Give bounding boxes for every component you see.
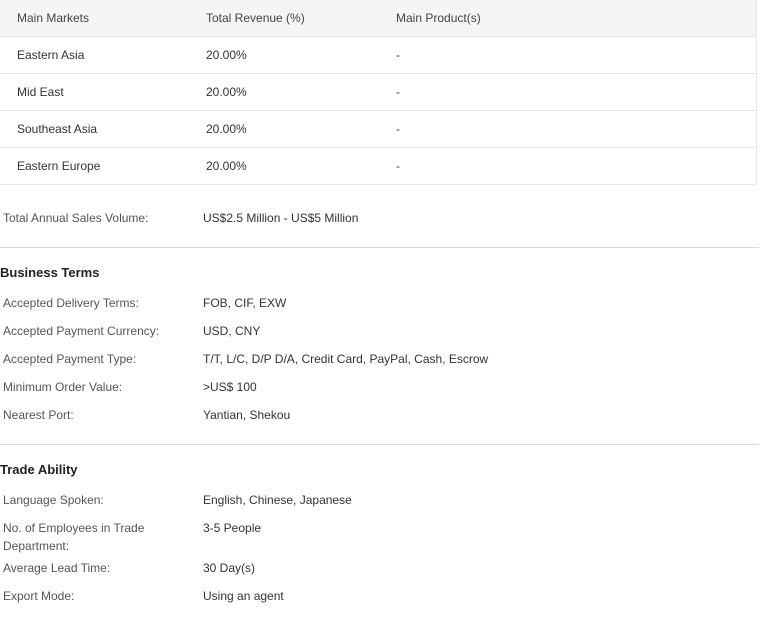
annual-sales-label: Total Annual Sales Volume: [3, 211, 149, 225]
product-cell: - [379, 36, 757, 74]
column-header-main-markets: Main Markets [0, 0, 189, 37]
table-row: Eastern Europe 20.00% - [0, 147, 757, 185]
nearest-port-value: Yantian, Shekou [203, 408, 291, 422]
market-cell: Southeast Asia [0, 110, 189, 148]
nearest-port-label: Nearest Port: [3, 408, 74, 422]
table-row: Mid East 20.00% - [0, 73, 757, 111]
payment-type-label: Accepted Payment Type: [3, 352, 137, 366]
revenue-cell: 20.00% [189, 147, 379, 185]
trade-employees-value: 3-5 People [203, 521, 262, 535]
revenue-cell: 20.00% [189, 110, 379, 148]
product-cell: - [379, 110, 757, 148]
trade-employees-label: No. of Employees in Trade Department: [3, 521, 145, 553]
trade-ability-heading: Trade Ability [0, 462, 78, 477]
table-row: Southeast Asia 20.00% - [0, 110, 757, 148]
revenue-cell: 20.00% [189, 73, 379, 111]
delivery-terms-value: FOB, CIF, EXW [203, 296, 287, 310]
payment-currency-value: USD, CNY [203, 324, 261, 338]
section-divider [0, 444, 759, 445]
market-cell: Eastern Europe [0, 147, 189, 185]
market-cell: Mid East [0, 73, 189, 111]
table-row: Eastern Asia 20.00% - [0, 36, 757, 74]
delivery-terms-label: Accepted Delivery Terms: [3, 296, 139, 310]
revenue-cell: 20.00% [189, 36, 379, 74]
annual-sales-value: US$2.5 Million - US$5 Million [203, 211, 359, 225]
business-terms-heading: Business Terms [0, 265, 100, 280]
minimum-order-label: Minimum Order Value: [3, 380, 123, 394]
section-divider [0, 247, 759, 248]
export-mode-value: Using an agent [203, 589, 284, 603]
column-header-total-revenue: Total Revenue (%) [189, 0, 379, 37]
lead-time-label: Average Lead Time: [3, 561, 111, 575]
table-header-row: Main Markets Total Revenue (%) Main Prod… [0, 0, 757, 37]
language-spoken-value: English, Chinese, Japanese [203, 493, 352, 507]
minimum-order-value: >US$ 100 [203, 380, 257, 394]
column-header-main-products: Main Product(s) [379, 0, 757, 37]
market-cell: Eastern Asia [0, 36, 189, 74]
main-markets-table: Main Markets Total Revenue (%) Main Prod… [0, 0, 757, 185]
language-spoken-label: Language Spoken: [3, 493, 104, 507]
export-mode-label: Export Mode: [3, 589, 75, 603]
payment-type-value: T/T, L/C, D/P D/A, Credit Card, PayPal, … [203, 352, 489, 366]
lead-time-value: 30 Day(s) [203, 561, 256, 575]
product-cell: - [379, 73, 757, 111]
payment-currency-label: Accepted Payment Currency: [3, 324, 160, 338]
product-cell: - [379, 147, 757, 185]
